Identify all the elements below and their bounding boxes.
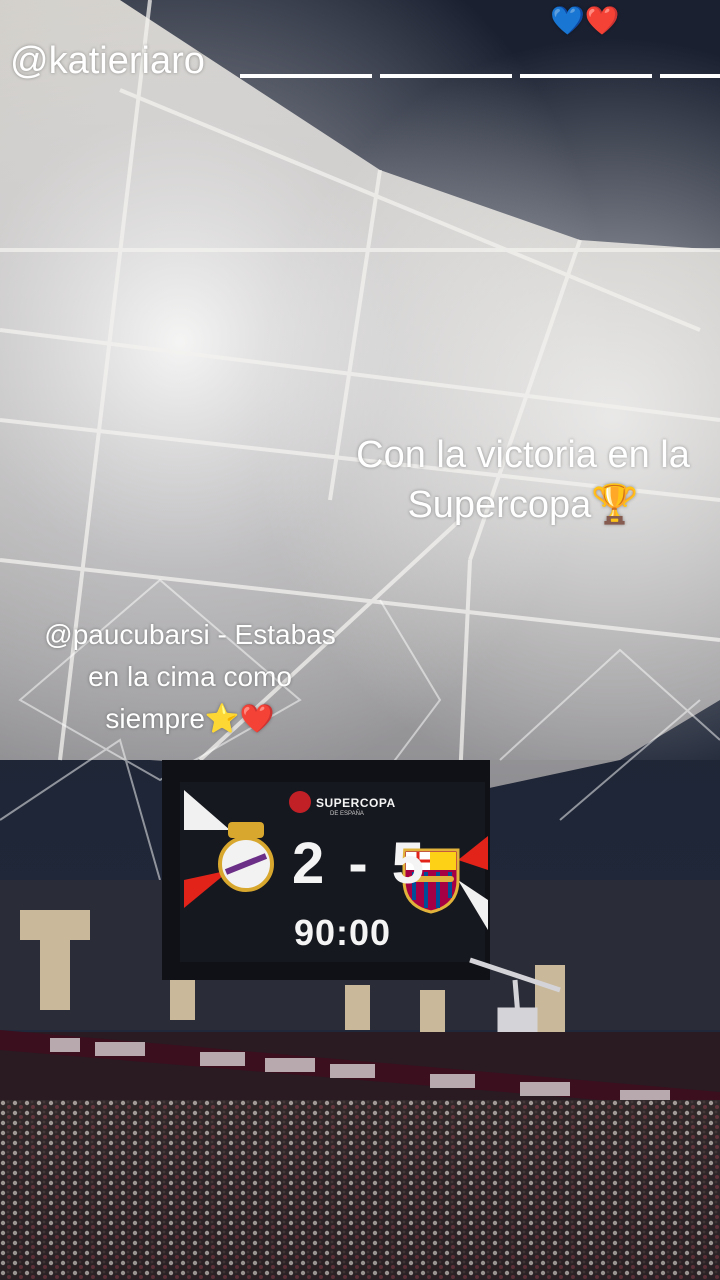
- supercopa-sublabel: DE ESPAÑA: [330, 811, 364, 817]
- victory-caption: Con la victoria en la Supercopa🏆: [356, 434, 690, 526]
- supercopa-logo-icon: [289, 791, 311, 813]
- hearts-emoji: 💙❤️: [550, 5, 620, 36]
- underline-2: [380, 74, 512, 78]
- underline-4: [660, 74, 720, 78]
- underline-1: [240, 74, 372, 78]
- tag-caption-paucubarsi[interactable]: @paucubarsi - Estabas en la cima como si…: [0, 614, 380, 740]
- match-score: 2 - 5: [292, 831, 429, 896]
- match-time: 90:00: [294, 912, 392, 953]
- supercopa-label: SUPERCOPA: [316, 796, 396, 810]
- underline-3: [520, 74, 652, 78]
- story-mention-katieriaro[interactable]: @katieriaro: [10, 40, 205, 83]
